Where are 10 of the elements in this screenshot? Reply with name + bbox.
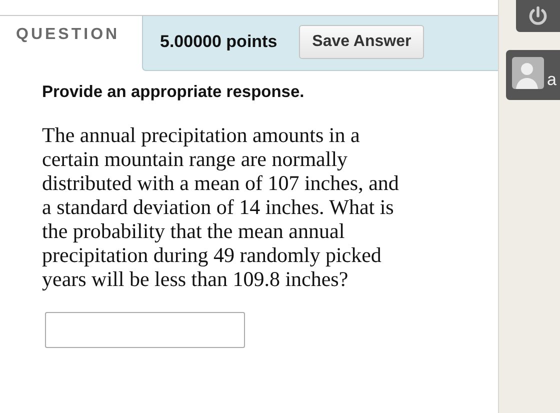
user-avatar-icon [512,57,544,89]
user-card[interactable]: a [506,50,560,100]
question-label: QUESTION [15,25,121,45]
instruction-text: Provide an appropriate response. [41,82,306,102]
user-name: a [547,70,556,90]
power-icon[interactable] [516,0,560,32]
points-text: 5.00000 points [160,32,278,52]
answer-field[interactable] [45,312,245,348]
save-answer-button[interactable]: Save Answer [299,25,424,59]
question-text: The annual precipitation amounts in a certain mountain range are normally distributed with a mean of 107 inches, and a standard deviation of 14 inches. What is the probability that the mean annual precipitation during 49 randomly picked years will be less than 109.8 inches? [42,123,400,291]
